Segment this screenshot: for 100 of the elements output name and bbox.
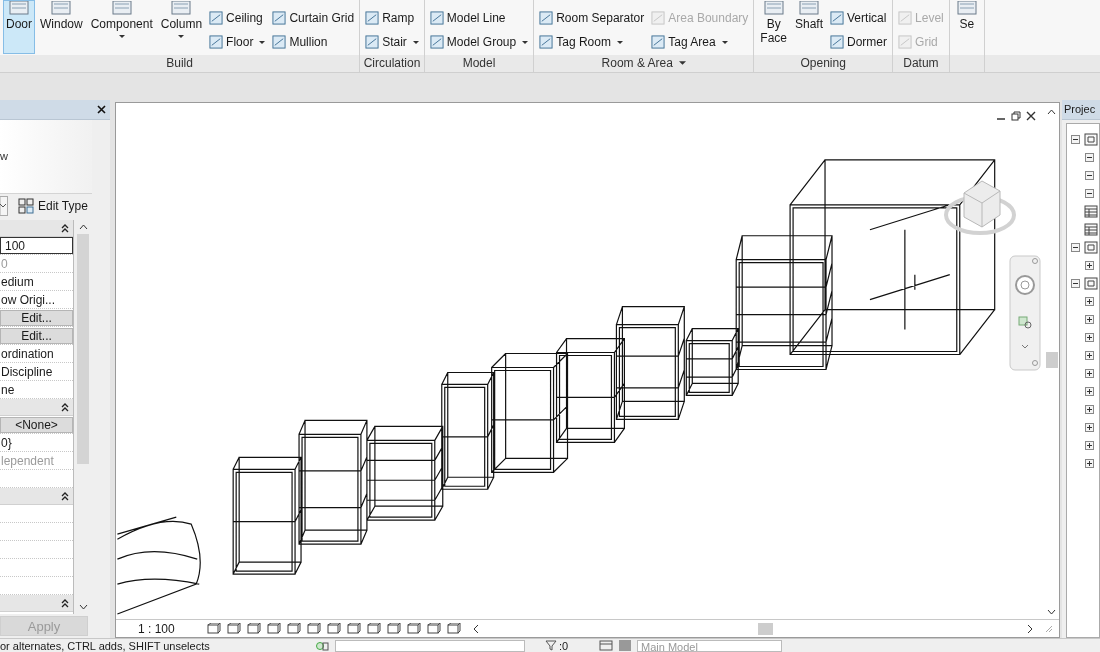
view-control-icon[interactable] [405, 622, 421, 635]
tool-icon [209, 11, 224, 25]
tool-button[interactable]: Ramp [363, 8, 421, 28]
tool-button[interactable]: Window [37, 0, 86, 54]
expand-icon[interactable] [1085, 404, 1094, 414]
scroll-up-icon[interactable] [78, 224, 88, 230]
property-value: Discipline [0, 363, 53, 380]
tool-button[interactable]: Se [952, 0, 981, 54]
expand-icon[interactable] [1085, 314, 1094, 324]
collapse-icon[interactable] [61, 402, 69, 412]
view-control-icon[interactable] [325, 622, 341, 635]
collapse-icon[interactable] [1071, 134, 1080, 144]
view-control-icon[interactable] [205, 622, 221, 635]
expand-icon[interactable] [1085, 422, 1094, 432]
view-icon[interactable] [1084, 240, 1098, 254]
resize-grip-icon[interactable] [1045, 624, 1053, 633]
property-value: edium [0, 273, 34, 290]
property-value: 0} [0, 434, 12, 451]
status-hint: or alternates, CTRL adds, SHIFT unselects [0, 639, 211, 652]
tool-button[interactable]: Model Group [427, 32, 531, 52]
schedule-icon[interactable] [1084, 204, 1098, 218]
scroll-left-icon[interactable] [471, 623, 479, 634]
scale-button[interactable]: 1 : 100 [138, 619, 175, 638]
edit-type-button[interactable]: Edit Type [16, 196, 90, 216]
tool-button[interactable]: Mullion [270, 32, 357, 52]
tool-icon [272, 11, 287, 25]
property-button[interactable]: Edit... [0, 309, 73, 326]
panel-label: Datum [903, 55, 939, 72]
caret-icon [178, 35, 185, 38]
tool-button[interactable]: Ceiling [207, 8, 268, 28]
view-icon[interactable] [1084, 276, 1098, 290]
view-control-icon[interactable] [285, 622, 301, 635]
collapse-icon[interactable] [1071, 242, 1080, 252]
tool-icon [830, 11, 845, 25]
tool-icon [170, 1, 193, 15]
filter-icon[interactable] [545, 640, 557, 651]
view-control-icon[interactable] [305, 622, 321, 635]
property-button[interactable]: Edit... [0, 327, 73, 344]
tool-button[interactable]: Vertical [828, 8, 890, 28]
view-control-icon[interactable] [385, 622, 401, 635]
close-icon[interactable] [1026, 111, 1036, 121]
tool-button[interactable]: Door [3, 0, 35, 54]
dropdown-arrow-icon[interactable] [0, 196, 8, 216]
expand-icon[interactable] [1085, 260, 1094, 270]
scroll-right-icon[interactable] [1027, 623, 1034, 634]
tool-icon [110, 1, 133, 15]
expand-icon[interactable] [1085, 386, 1094, 396]
panel-label: Model [462, 55, 496, 72]
expand-icon[interactable] [1085, 332, 1094, 342]
tool-button[interactable]: Component [87, 0, 156, 54]
caret-icon [412, 40, 419, 44]
scroll-down-icon[interactable] [1047, 609, 1056, 615]
tool-button[interactable]: Dormer [828, 32, 890, 52]
vertical-scrollbar[interactable] [77, 234, 89, 464]
collapse-icon[interactable] [1085, 188, 1094, 198]
tool-button[interactable]: Stair [363, 32, 421, 52]
view-control-icon[interactable] [445, 622, 461, 635]
view-control-icon[interactable] [265, 622, 281, 635]
navigation-bar-drawing[interactable] [1009, 255, 1041, 371]
worksets-icon[interactable] [315, 639, 329, 652]
property-value: lependent [0, 452, 54, 469]
scroll-up-icon[interactable] [1047, 109, 1056, 115]
collapse-icon[interactable] [1085, 170, 1094, 180]
close-icon[interactable] [97, 105, 106, 114]
tool-button[interactable]: Room Separator [537, 8, 647, 28]
caret-icon[interactable] [678, 61, 686, 65]
collapse-icon[interactable] [61, 223, 69, 233]
schedule-icon[interactable] [1084, 222, 1098, 236]
tool-icon [429, 35, 444, 49]
tool-button[interactable]: Curtain Grid [270, 8, 357, 28]
expand-icon[interactable] [1085, 296, 1094, 306]
value-field[interactable]: 100 [0, 237, 73, 254]
workset-field[interactable] [335, 639, 525, 652]
expand-icon[interactable] [1085, 368, 1094, 378]
tool-button[interactable]: Shaft [792, 0, 827, 54]
collapse-icon[interactable] [1085, 152, 1094, 162]
expand-icon[interactable] [1085, 350, 1094, 360]
design-options-icon[interactable] [599, 640, 613, 651]
tool-button[interactable]: Tag Area [649, 32, 751, 52]
view-control-icon[interactable] [225, 622, 241, 635]
collapse-icon[interactable] [61, 491, 69, 501]
collapse-icon[interactable] [1071, 278, 1080, 288]
view-control-icon[interactable] [365, 622, 381, 635]
tool-button[interactable]: Model Line [427, 8, 531, 28]
view-control-icon[interactable] [245, 622, 261, 635]
scroll-down-icon[interactable] [78, 604, 88, 610]
property-button[interactable]: <None> [0, 416, 73, 433]
view-control-icon[interactable] [425, 622, 441, 635]
tool-button[interactable]: By Face [757, 0, 790, 54]
tool-button[interactable]: Tag Room [537, 32, 647, 52]
toggle-icon[interactable] [619, 640, 631, 651]
tool-button[interactable]: Column [157, 0, 206, 54]
caret-icon [522, 40, 529, 44]
view-control-icon[interactable] [345, 622, 361, 635]
collapse-icon[interactable] [61, 598, 69, 608]
restore-icon[interactable] [1011, 111, 1021, 121]
view-icon[interactable] [1084, 132, 1098, 146]
tool-button[interactable]: Floor [207, 32, 268, 52]
expand-icon[interactable] [1085, 458, 1094, 468]
expand-icon[interactable] [1085, 440, 1094, 450]
